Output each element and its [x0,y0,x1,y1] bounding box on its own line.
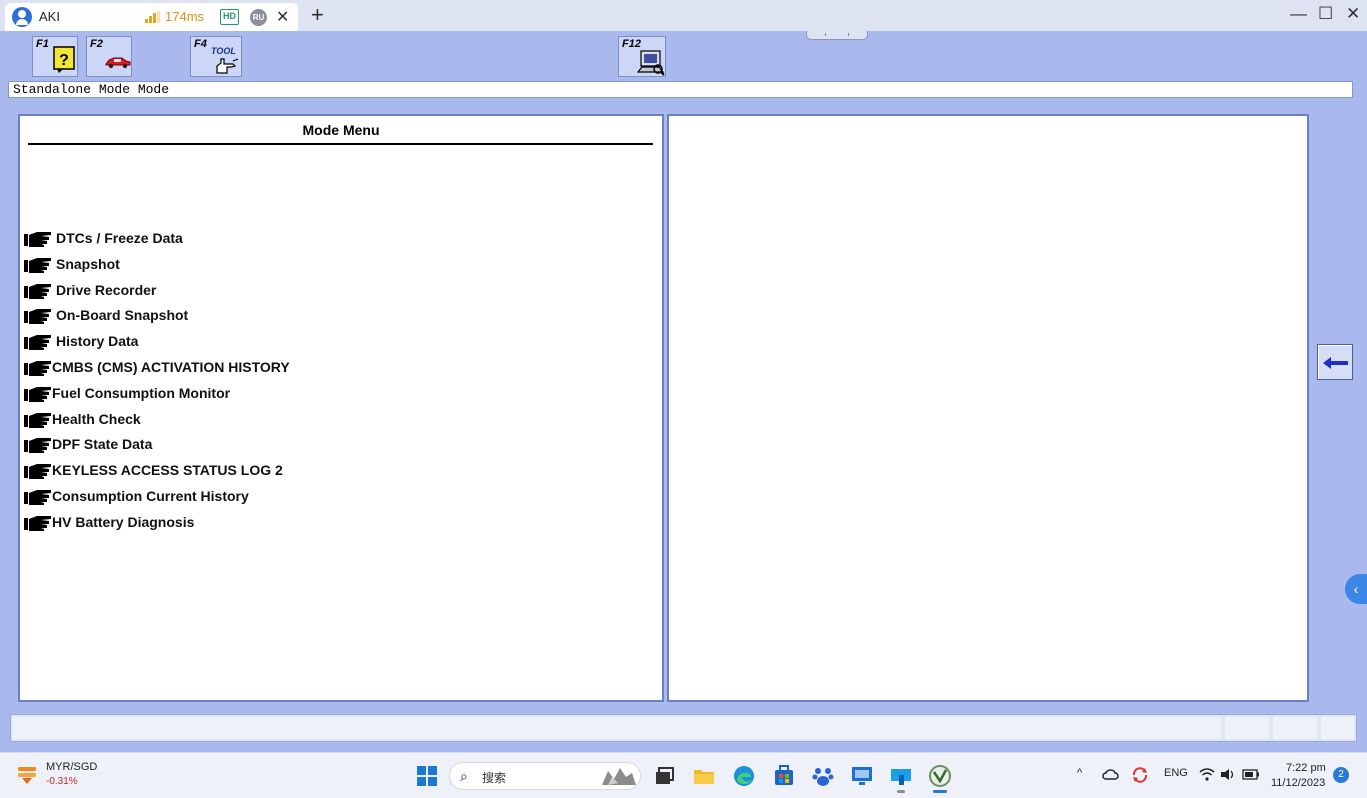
diagnostic-app: F1 ? F2 F4 TOOL F12 Standalone Mode Mode… [0,31,1367,752]
left-arrow-icon [1323,357,1348,369]
search-highlight-icon [602,768,636,785]
pointing-hand-icon [24,386,51,402]
pointing-hand-icon [24,438,51,454]
pointing-hand-icon [24,232,51,247]
f4-label: F4 [194,38,207,50]
status-segment-2 [1225,717,1269,739]
ru-badge[interactable]: RU [250,9,267,26]
currency-widget-icon[interactable] [16,765,38,785]
mode-menu-panel: Mode Menu DTCs / Freeze Data Snapshot Dr… [18,114,664,702]
detail-panel [667,114,1309,702]
currency-pair[interactable]: MYR/SGD [46,761,97,773]
notification-badge[interactable]: 2 [1333,767,1349,783]
volume-icon[interactable] [1220,768,1236,781]
new-tab-button[interactable]: + [311,3,324,27]
pointing-hand-icon [24,335,51,351]
help-icon: ? [53,46,75,73]
menu-item-label: DPF State Data [52,436,153,453]
menu-item-label: Snapshot [56,255,120,272]
pointing-hand-icon [24,283,51,299]
car-icon [105,57,131,69]
sync-icon[interactable] [1131,766,1149,784]
browser-tab-strip: AKI 174ms HD RU ✕ + — ☐ ✕ [0,0,1367,31]
status-segment-main [13,717,1221,739]
hd-badge[interactable]: HD [220,9,239,25]
pointing-hand-icon [24,515,51,531]
search-placeholder: 搜索 [482,771,507,785]
taskbar: MYR/SGD -0.31% ⌕ 搜索 ^ ENG 7:22 pm 11/12/… [0,752,1367,798]
f1-help-button[interactable]: F1 ? [32,36,78,77]
search-icon: ⌕ [460,768,468,784]
tray-overflow-chevron[interactable]: ^ [1077,767,1082,779]
cloud-icon[interactable] [1102,767,1120,781]
f12-computer-button[interactable]: F12 [618,36,666,77]
computer-icon [637,50,665,76]
f2-vehicle-button[interactable]: F2 [86,36,132,77]
f2-label: F2 [90,38,103,50]
f12-label: F12 [622,38,641,50]
clock-date[interactable]: 11/12/2023 [1271,777,1325,789]
tool-icon [216,58,239,74]
input-language[interactable]: ENG [1164,767,1188,779]
title-divider [28,143,653,145]
profile-icon[interactable] [12,7,32,27]
f4-tool-button[interactable]: F4 TOOL [190,36,242,77]
status-segment-4 [1321,717,1354,739]
menu-item-label: History Data [56,333,139,350]
menu-item-label: Drive Recorder [56,281,157,298]
menu-item-label: DTCs / Freeze Data [56,230,183,246]
mode-status-bar: Standalone Mode Mode [8,81,1353,98]
menu-item-label: Consumption Current History [52,487,249,504]
pointing-hand-icon [24,360,51,376]
active-app-indicator [933,790,947,793]
remote-app-icon[interactable] [888,763,914,789]
taskbar-search[interactable]: ⌕ 搜索 [449,762,641,790]
mode-menu-title: Mode Menu [302,122,380,138]
wifi-icon[interactable] [1199,768,1215,781]
tool-icon-text: TOOL [211,46,236,56]
maximize-button[interactable]: ☐ [1318,4,1333,24]
paw-app-icon[interactable] [810,763,836,789]
store-icon[interactable] [771,763,797,789]
start-button[interactable] [414,763,440,789]
menu-item-label: HV Battery Diagnosis [52,513,195,530]
tab-title: AKI [39,9,60,24]
currency-change: -0.31% [46,776,78,787]
app-status-bar [10,714,1357,742]
remote-desktop-icon[interactable] [849,763,875,789]
pointing-hand-icon [24,309,51,325]
menu-item-label: Fuel Consumption Monitor [52,384,231,401]
pointing-hand-icon [24,257,51,273]
battery-icon[interactable] [1242,769,1260,780]
mode-status-text: Standalone Mode Mode [13,82,170,97]
running-indicator [897,790,905,793]
pointing-hand-icon [24,412,51,428]
menu-item-label: KEYLESS ACCESS STATUS LOG 2 [52,462,283,479]
drag-handle[interactable] [806,31,868,40]
menu-item-label: Health Check [52,410,141,427]
minimize-button[interactable]: — [1290,4,1307,24]
latency-readout: 174ms [165,9,205,24]
pointing-hand-icon [24,489,51,505]
menu-item-label: CMBS (CMS) ACTIVATION HISTORY [52,358,290,375]
back-button[interactable] [1317,344,1353,380]
signal-icon [145,11,160,23]
tab-close-icon[interactable]: ✕ [276,7,289,27]
svg-text:?: ? [59,52,69,69]
side-panel-toggle[interactable]: ‹ [1345,574,1367,604]
menu-item-label: On-Board Snapshot [56,307,189,324]
task-view-icon[interactable] [651,763,677,789]
status-segment-3 [1273,717,1317,739]
file-explorer-icon[interactable] [691,763,717,789]
edge-browser-icon[interactable] [731,763,757,789]
clock-time[interactable]: 7:22 pm [1286,762,1326,774]
window-close-button[interactable]: ✕ [1346,4,1360,24]
pointing-hand-icon [24,464,51,480]
browser-tab[interactable]: AKI 174ms HD RU ✕ [5,3,298,31]
diagnostic-app-icon[interactable] [927,763,953,789]
f1-label: F1 [36,38,49,50]
